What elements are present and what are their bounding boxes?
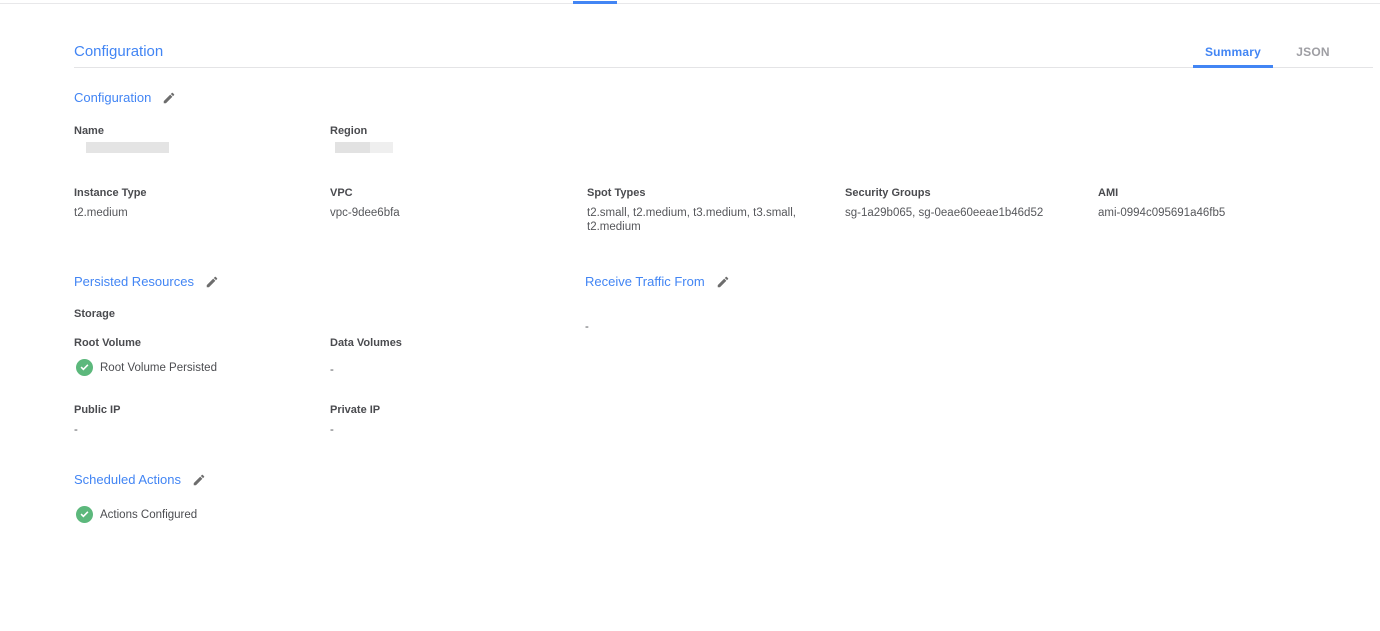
name-label: Name — [74, 125, 274, 138]
persisted-resources-section-heading: Persisted Resources — [74, 274, 219, 290]
field-ami: AMI ami-0994c095691a46fb5 — [1098, 187, 1318, 220]
scheduled-actions-section-heading: Scheduled Actions — [74, 472, 206, 488]
field-spot-types: Spot Types t2.small, t2.medium, t3.mediu… — [587, 187, 819, 234]
field-security-groups: Security Groups sg-1a29b065, sg-0eae60ee… — [845, 187, 1075, 220]
private-ip-value: - — [330, 423, 550, 437]
pencil-icon — [162, 91, 176, 105]
field-root-volume: Root Volume — [74, 337, 294, 350]
page-title: Configuration — [74, 43, 163, 61]
field-public-ip: Public IP - — [74, 404, 294, 437]
tab-json[interactable]: JSON — [1273, 45, 1353, 59]
configuration-summary-page: Configuration Summary JSON Configuration… — [0, 0, 1380, 631]
instance-type-label: Instance Type — [74, 187, 294, 200]
check-circle-icon — [76, 506, 93, 523]
field-name: Name — [74, 125, 274, 153]
edit-persisted-resources-button[interactable] — [205, 275, 219, 289]
field-data-volumes: Data Volumes — [330, 337, 550, 350]
ami-value: ami-0994c095691a46fb5 — [1098, 206, 1318, 220]
top-tab-bar-divider — [0, 3, 1380, 4]
public-ip-value: - — [74, 423, 294, 437]
edit-receive-traffic-from-button[interactable] — [716, 275, 730, 289]
region-value-redacted — [335, 142, 393, 153]
field-vpc: VPC vpc-9dee6bfa — [330, 187, 550, 220]
root-volume-label: Root Volume — [74, 337, 294, 350]
data-volumes-value: - — [330, 363, 334, 377]
spot-types-label: Spot Types — [587, 187, 819, 200]
receive-traffic-from-title: Receive Traffic From — [585, 274, 705, 290]
field-instance-type: Instance Type t2.medium — [74, 187, 294, 220]
edit-configuration-button[interactable] — [162, 91, 176, 105]
persisted-resources-title: Persisted Resources — [74, 274, 194, 290]
pencil-icon — [716, 275, 730, 289]
field-region: Region — [330, 125, 530, 153]
field-private-ip: Private IP - — [330, 404, 550, 437]
configuration-section-heading: Configuration — [74, 90, 176, 106]
storage-label: Storage — [74, 308, 115, 321]
scheduled-actions-status-text: Actions Configured — [100, 509, 197, 521]
root-volume-status: Root Volume Persisted — [76, 359, 217, 376]
ami-label: AMI — [1098, 187, 1318, 200]
vpc-value: vpc-9dee6bfa — [330, 206, 550, 220]
pencil-icon — [205, 275, 219, 289]
security-groups-label: Security Groups — [845, 187, 1075, 200]
region-label: Region — [330, 125, 530, 138]
security-groups-value: sg-1a29b065, sg-0eae60eeae1b46d52 — [845, 206, 1075, 220]
receive-traffic-from-value: - — [585, 320, 589, 334]
private-ip-label: Private IP — [330, 404, 550, 417]
scheduled-actions-title: Scheduled Actions — [74, 472, 181, 488]
header-divider — [74, 67, 1373, 68]
scheduled-actions-status: Actions Configured — [76, 506, 197, 523]
active-top-tab-indicator — [573, 1, 617, 4]
check-circle-icon — [76, 359, 93, 376]
edit-scheduled-actions-button[interactable] — [192, 473, 206, 487]
spot-types-value: t2.small, t2.medium, t3.medium, t3.small… — [587, 206, 819, 234]
vpc-label: VPC — [330, 187, 550, 200]
pencil-icon — [192, 473, 206, 487]
data-volumes-label: Data Volumes — [330, 337, 550, 350]
configuration-section-title: Configuration — [74, 90, 151, 106]
tab-summary[interactable]: Summary — [1193, 45, 1273, 59]
tab-summary-active-underline — [1193, 65, 1273, 68]
instance-type-value: t2.medium — [74, 206, 294, 220]
name-value-redacted — [86, 142, 169, 153]
receive-traffic-from-section-heading: Receive Traffic From — [585, 274, 730, 290]
root-volume-status-text: Root Volume Persisted — [100, 362, 217, 374]
public-ip-label: Public IP — [74, 404, 294, 417]
